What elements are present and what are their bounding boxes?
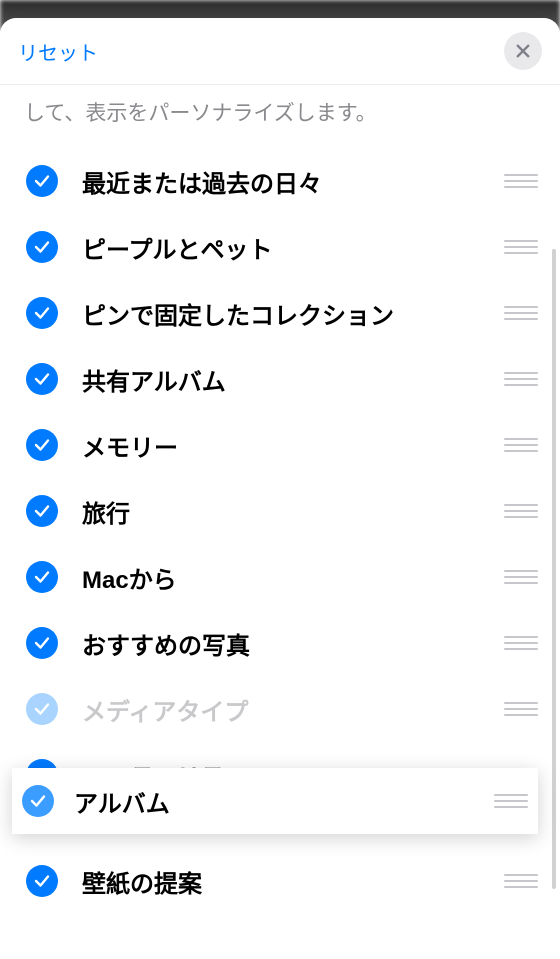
reset-button[interactable]: リセット <box>18 37 98 66</box>
list-item[interactable]: Macから <box>26 544 542 610</box>
drag-handle-icon[interactable] <box>494 790 528 812</box>
checkbox-checked <box>26 693 58 725</box>
item-label: Macから <box>82 560 504 595</box>
item-label: メディアタイプ <box>82 692 504 727</box>
check-icon <box>33 568 51 586</box>
check-icon <box>33 502 51 520</box>
checkbox-checked[interactable] <box>26 561 58 593</box>
list-item[interactable]: 旅行 <box>26 478 542 544</box>
dragging-row[interactable]: アルバム <box>12 768 538 834</box>
item-label: ピープルとペット <box>82 230 504 265</box>
drag-handle-icon[interactable] <box>504 170 538 192</box>
check-icon <box>33 634 51 652</box>
item-label: 共有アルバム <box>82 362 504 397</box>
checkbox-checked[interactable] <box>26 165 58 197</box>
list-item[interactable]: メモリー <box>26 412 542 478</box>
list-item[interactable]: ピープルとペット <box>26 214 542 280</box>
drag-handle-icon[interactable] <box>504 302 538 324</box>
list-item[interactable]: 共有アルバム <box>26 346 542 412</box>
check-icon <box>33 700 51 718</box>
customize-modal: リセット して、表示をパーソナライズします。 最近または過去の日々 ピープ <box>0 18 560 959</box>
check-icon <box>33 238 51 256</box>
checkbox-checked[interactable] <box>22 785 54 817</box>
item-label: おすすめの写真 <box>82 626 504 661</box>
checkbox-checked[interactable] <box>26 231 58 263</box>
check-icon <box>33 370 51 388</box>
item-label: メモリー <box>82 428 504 463</box>
drag-handle-icon[interactable] <box>504 500 538 522</box>
item-label: 壁紙の提案 <box>82 864 504 899</box>
checkbox-checked[interactable] <box>26 429 58 461</box>
drag-handle-icon <box>504 698 538 720</box>
check-icon <box>29 792 47 810</box>
list-item[interactable]: おすすめの写真 <box>26 610 542 676</box>
close-button[interactable] <box>504 32 542 70</box>
drag-handle-icon[interactable] <box>504 236 538 258</box>
checkbox-checked[interactable] <box>26 297 58 329</box>
checkbox-checked[interactable] <box>26 627 58 659</box>
list-item-ghost: メディアタイプ <box>26 676 542 742</box>
drag-handle-icon[interactable] <box>504 434 538 456</box>
drag-handle-icon[interactable] <box>504 566 538 588</box>
list-item[interactable]: 最近または過去の日々 <box>26 148 542 214</box>
check-icon <box>33 172 51 190</box>
item-label: 旅行 <box>82 494 504 529</box>
description-text: して、表示をパーソナライズします。 <box>0 85 560 148</box>
check-icon <box>33 436 51 454</box>
item-label: ピンで固定したコレクション <box>82 296 504 331</box>
item-label: 最近または過去の日々 <box>82 164 504 199</box>
checkbox-checked[interactable] <box>26 495 58 527</box>
checkbox-checked[interactable] <box>26 363 58 395</box>
item-label: アルバム <box>74 784 494 819</box>
list-item[interactable]: 壁紙の提案 <box>26 848 542 914</box>
drag-handle-icon[interactable] <box>504 870 538 892</box>
list-item[interactable]: ピンで固定したコレクション <box>26 280 542 346</box>
close-icon <box>514 42 532 60</box>
check-icon <box>33 304 51 322</box>
checkbox-checked[interactable] <box>26 865 58 897</box>
modal-header: リセット <box>0 18 560 85</box>
scrollbar-thumb[interactable] <box>552 249 556 889</box>
check-icon <box>33 872 51 890</box>
drag-handle-icon[interactable] <box>504 632 538 654</box>
drag-handle-icon[interactable] <box>504 368 538 390</box>
